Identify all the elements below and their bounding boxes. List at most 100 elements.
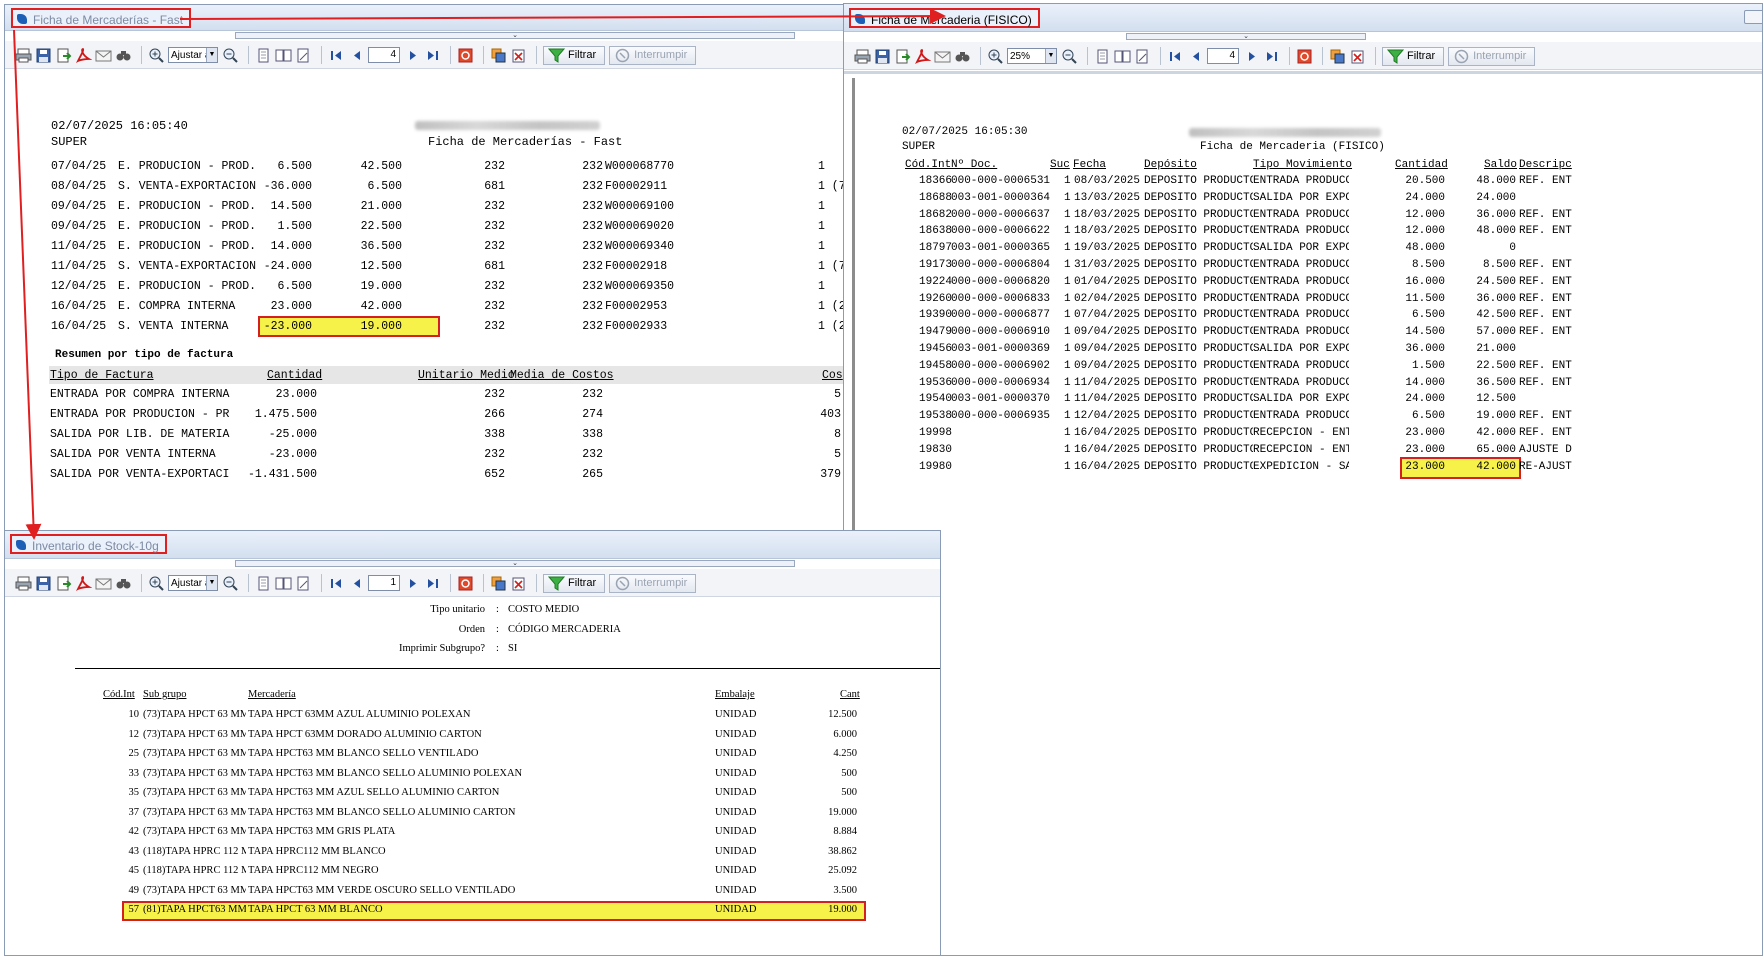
toolbar-grip[interactable]: ⌄ (1126, 33, 1366, 40)
single-page-icon[interactable] (255, 47, 272, 64)
print-icon[interactable] (15, 575, 32, 592)
cell-document: 000-000-0006902 (951, 359, 1051, 372)
print-icon[interactable] (15, 47, 32, 64)
single-page-icon[interactable] (1094, 48, 1111, 65)
inv-window: Inventario de Stock-10g ⌄ Ajustar a▼ 1 (4, 530, 941, 956)
interrupt-button[interactable]: Interrumpir (609, 573, 697, 593)
cell-code: 25 (128, 748, 140, 759)
email-icon[interactable] (95, 575, 112, 592)
stop-icon[interactable] (457, 575, 474, 592)
inv-window-title[interactable]: Inventario de Stock-10g (10, 534, 167, 554)
next-page-icon[interactable] (404, 575, 421, 592)
last-page-icon[interactable] (1263, 48, 1280, 65)
first-page-icon[interactable] (1167, 48, 1184, 65)
email-icon[interactable] (95, 47, 112, 64)
page-number-input[interactable]: 4 (1207, 48, 1239, 64)
prev-page-icon[interactable] (1187, 48, 1204, 65)
zoom-in-icon[interactable] (987, 48, 1004, 65)
zoom-in-icon[interactable] (148, 47, 165, 64)
page-number-input[interactable]: 4 (368, 47, 400, 63)
next-page-icon[interactable] (1243, 48, 1260, 65)
cell-warehouse: DEPOSITO PRODUCTOS (1144, 242, 1253, 255)
save-icon[interactable] (35, 575, 52, 592)
two-pages-icon[interactable] (275, 47, 292, 64)
first-page-icon[interactable] (328, 575, 345, 592)
fisico-window-title[interactable]: Ficha de Mercaderia (FISICO) (849, 8, 1040, 28)
zoom-select[interactable]: Ajustar a ▼ (168, 575, 218, 591)
prev-page-icon[interactable] (348, 575, 365, 592)
page-setup-icon[interactable] (295, 47, 312, 64)
single-page-icon[interactable] (255, 575, 272, 592)
last-page-icon[interactable] (424, 47, 441, 64)
page-setup-icon[interactable] (1134, 48, 1151, 65)
copy-icon[interactable] (1329, 48, 1346, 65)
cell-unit-cost: 652 (484, 468, 505, 481)
clear-icon[interactable] (510, 575, 527, 592)
cell-description: RE-AJUST (1519, 460, 1572, 473)
inv-titlebar[interactable]: Inventario de Stock-10g (5, 531, 940, 559)
cell-balance: 19.000 (360, 280, 402, 293)
clear-icon[interactable] (1349, 48, 1366, 65)
interrupt-button[interactable]: Interrumpir (609, 45, 697, 65)
zoom-out-icon[interactable] (222, 47, 239, 64)
find-icon[interactable] (115, 47, 132, 64)
first-page-icon[interactable] (328, 47, 345, 64)
pdf-icon[interactable] (75, 47, 92, 64)
pdf-icon[interactable] (75, 575, 92, 592)
prev-page-icon[interactable] (348, 47, 365, 64)
export-icon[interactable] (55, 47, 72, 64)
zoom-out-icon[interactable] (1061, 48, 1078, 65)
email-icon[interactable] (934, 48, 951, 65)
print-icon[interactable] (854, 48, 871, 65)
cell-average-cost: 274 (582, 408, 603, 421)
toolbar-grip[interactable]: ⌄ (235, 32, 795, 39)
filter-button[interactable]: Filtrar (543, 573, 606, 593)
stop-icon[interactable] (1296, 48, 1313, 65)
cell-branch: 1 (1064, 326, 1071, 339)
clear-icon[interactable] (510, 47, 527, 64)
next-page-icon[interactable] (404, 47, 421, 64)
filter-button[interactable]: Filtrar (1382, 46, 1445, 66)
page-number-input[interactable]: 1 (368, 575, 400, 591)
filter-button[interactable]: Filtrar (543, 45, 606, 65)
cell-warehouse: DEPOSITO PRODUCTOS (1144, 443, 1253, 456)
zoom-out-icon[interactable] (222, 575, 239, 592)
toolbar-grip[interactable]: ⌄ (235, 560, 795, 567)
zoom-select[interactable]: 25% ▼ (1007, 48, 1057, 64)
pdf-icon[interactable] (914, 48, 931, 65)
window-control-button[interactable] (1744, 10, 1762, 24)
cell-code: 10 (128, 709, 140, 720)
zoom-in-icon[interactable] (148, 575, 165, 592)
zoom-select[interactable]: Ajustar a ▼ (168, 47, 218, 63)
find-icon[interactable] (115, 575, 132, 592)
page-setup-icon[interactable] (295, 575, 312, 592)
save-icon[interactable] (35, 47, 52, 64)
find-icon[interactable] (954, 48, 971, 65)
cell-code: 19390 (919, 309, 953, 322)
stop-icon[interactable] (457, 47, 474, 64)
two-pages-icon[interactable] (1114, 48, 1131, 65)
cell-subgroup: (81)TAPA HPCT63 MM B (143, 904, 246, 915)
cell-movement-type: EXPEDICION - SAI (1253, 460, 1349, 473)
fast-titlebar[interactable]: Ficha de Mercaderías - Fast (5, 5, 940, 31)
interrupt-button[interactable]: Interrumpir (1448, 46, 1536, 66)
two-pages-icon[interactable] (275, 575, 292, 592)
copy-icon[interactable] (490, 47, 507, 64)
copy-icon[interactable] (490, 575, 507, 592)
export-icon[interactable] (55, 575, 72, 592)
fisico-titlebar[interactable]: Ficha de Mercaderia (FISICO) (844, 4, 1762, 32)
cell-date: 16/04/25 (51, 300, 107, 313)
cell-merchandise: TAPA HPCT63 MM BLANCO SELLO VENTILADO (248, 748, 479, 759)
cell-document: F00002918 (605, 260, 668, 273)
cell-code: 19830 (919, 443, 953, 456)
export-icon[interactable] (894, 48, 911, 65)
cell-subgroup: (73)TAPA HPCT 63 MM (143, 709, 246, 720)
cell-date: 16/04/2025 (1074, 443, 1141, 456)
save-icon[interactable] (874, 48, 891, 65)
last-page-icon[interactable] (424, 575, 441, 592)
fast-window-title[interactable]: Ficha de Mercaderías - Fast (11, 8, 192, 28)
cell-balance: 48.000 (1476, 225, 1516, 238)
cell-movement-type: SALIDA POR EXPOR (1253, 191, 1349, 204)
cell-balance: 48.000 (1476, 175, 1516, 187)
cell-code: 18638 (919, 225, 953, 238)
